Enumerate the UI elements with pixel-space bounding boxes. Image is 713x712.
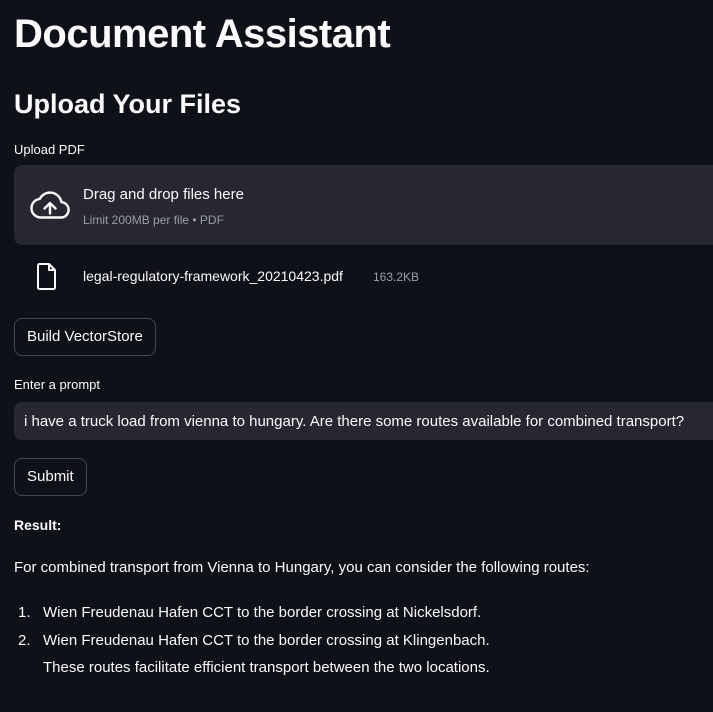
upload-label: Upload PDF xyxy=(14,142,85,157)
result-outro: These routes facilitate efficient transp… xyxy=(43,659,490,676)
build-vectorstore-button[interactable]: Build VectorStore xyxy=(14,318,156,356)
file-size: 163.2KB xyxy=(373,270,420,284)
file-dropzone[interactable]: Drag and drop files here Limit 200MB per… xyxy=(14,165,713,245)
page-title: Document Assistant xyxy=(14,12,391,56)
list-item-text: Wien Freudenau Hafen CCT to the border c… xyxy=(43,604,482,621)
result-intro: For combined transport from Vienna to Hu… xyxy=(14,559,590,576)
uploaded-file-row: legal-regulatory-framework_20210423.pdf … xyxy=(14,258,713,294)
list-item-number: 1. xyxy=(18,604,31,621)
list-item: 2. Wien Freudenau Hafen CCT to the borde… xyxy=(14,627,490,681)
dropzone-limit: Limit 200MB per file • PDF xyxy=(83,213,224,227)
result-label: Result: xyxy=(14,517,62,533)
section-title: Upload Your Files xyxy=(14,89,242,119)
prompt-label: Enter a prompt xyxy=(14,377,100,392)
prompt-input[interactable] xyxy=(14,402,713,440)
list-item-number: 2. xyxy=(18,632,31,649)
dropzone-title: Drag and drop files here xyxy=(83,186,244,203)
file-name: legal-regulatory-framework_20210423.pdf xyxy=(83,268,343,284)
app-page: Document Assistant Upload Your Files Upl… xyxy=(0,0,713,712)
result-list: 1. Wien Freudenau Hafen CCT to the borde… xyxy=(14,599,490,681)
file-icon xyxy=(37,263,56,290)
list-item: 1. Wien Freudenau Hafen CCT to the borde… xyxy=(14,599,490,627)
list-item-text: Wien Freudenau Hafen CCT to the border c… xyxy=(43,632,490,649)
cloud-upload-icon xyxy=(30,191,70,219)
submit-button[interactable]: Submit xyxy=(14,458,87,496)
